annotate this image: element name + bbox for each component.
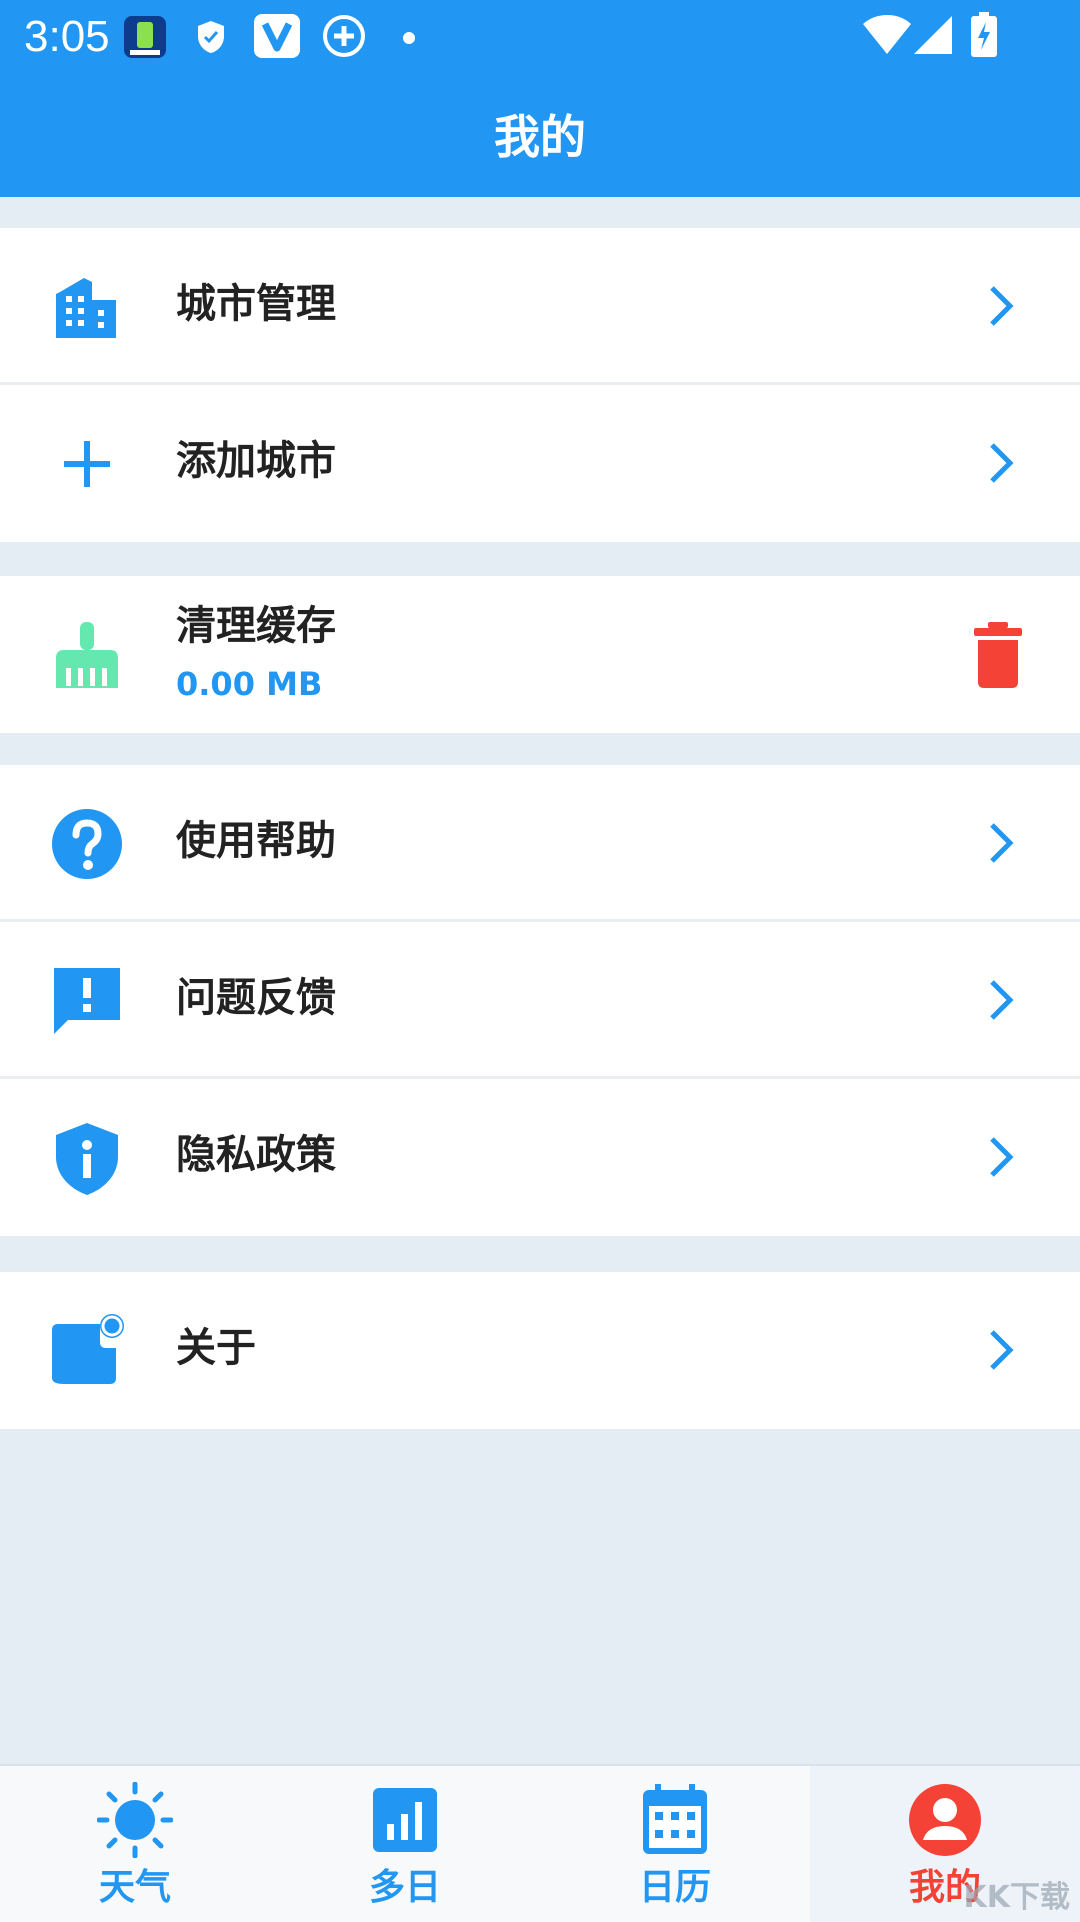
broom-icon [50, 618, 124, 692]
status-time: 3:05 [24, 12, 110, 61]
chevron-right-icon [984, 284, 1018, 328]
watermark: KK下载 [963, 1880, 1071, 1915]
add-icon [50, 427, 124, 501]
feedback-label: 问题反馈 [176, 975, 336, 1021]
status-bar: 3:05 [0, 0, 1080, 75]
cache-size-value: 0.00 MB [176, 665, 323, 703]
chevron-right-icon [984, 978, 1018, 1022]
city-management-row[interactable]: 城市管理 [0, 228, 1080, 385]
chevron-right-icon [984, 441, 1018, 485]
user-icon [907, 1782, 983, 1858]
city-section: 城市管理 添加城市 [0, 228, 1080, 542]
plus-circle-icon [322, 14, 366, 62]
chevron-right-icon [984, 1328, 1018, 1372]
battery-app-icon [122, 14, 168, 64]
tab-weather-label: 天气 [98, 1867, 171, 1908]
app-header: 3:05 我的 [0, 0, 1080, 197]
trash-icon[interactable] [970, 620, 1026, 690]
city-icon [50, 270, 124, 344]
support-section: 使用帮助 问题反馈 隐私政策 [0, 765, 1080, 1236]
page-title: 我的 [494, 110, 586, 164]
notification-dot-icon [402, 30, 416, 49]
shield-check-icon [196, 20, 226, 58]
feedback-row[interactable]: 问题反馈 [0, 922, 1080, 1079]
tab-weather[interactable]: 天气 [0, 1766, 270, 1922]
clear-cache-label: 清理缓存 [176, 603, 336, 649]
tab-calendar-label: 日历 [638, 1867, 711, 1908]
privacy-shield-icon [50, 1121, 124, 1195]
sun-icon [96, 1781, 174, 1859]
calendar-icon [637, 1782, 713, 1858]
bar-chart-icon [367, 1782, 443, 1858]
tab-multi-day[interactable]: 多日 [270, 1766, 540, 1922]
tab-multi-day-label: 多日 [368, 1867, 441, 1908]
signal-icon [912, 14, 954, 60]
clear-cache-row[interactable]: 清理缓存 0.00 MB [0, 576, 1080, 733]
help-label: 使用帮助 [176, 818, 336, 864]
about-icon [50, 1314, 124, 1388]
cache-section: 清理缓存 0.00 MB [0, 576, 1080, 733]
v-app-icon [254, 14, 300, 62]
help-row[interactable]: 使用帮助 [0, 765, 1080, 922]
wifi-icon [862, 14, 912, 60]
help-icon [50, 807, 124, 881]
bottom-tab-bar: 天气 多日 日历 我的 KK下载 [0, 1764, 1080, 1922]
battery-charging-icon [970, 12, 998, 62]
tab-calendar[interactable]: 日历 [540, 1766, 810, 1922]
about-section: 关于 [0, 1272, 1080, 1429]
add-city-label: 添加城市 [176, 438, 336, 484]
chevron-right-icon [984, 1135, 1018, 1179]
feedback-icon [50, 964, 124, 1038]
privacy-row[interactable]: 隐私政策 [0, 1079, 1080, 1236]
city-management-label: 城市管理 [176, 281, 336, 327]
add-city-row[interactable]: 添加城市 [0, 385, 1080, 542]
about-row[interactable]: 关于 [0, 1272, 1080, 1429]
chevron-right-icon [984, 821, 1018, 865]
about-label: 关于 [176, 1325, 256, 1371]
privacy-label: 隐私政策 [176, 1132, 336, 1178]
